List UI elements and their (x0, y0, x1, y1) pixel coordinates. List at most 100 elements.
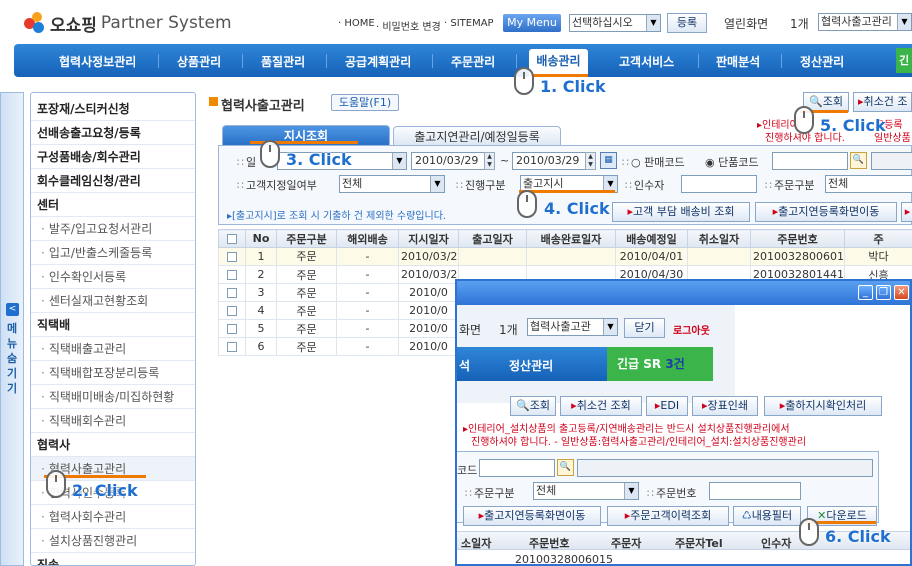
column-header[interactable]: 주문번호 (750, 229, 845, 248)
popup-delay-register-button[interactable]: ▸출고지연등록화면이동 (463, 506, 601, 526)
cancel-search-button[interactable]: ▸취소건 조 (853, 92, 912, 112)
popup-customer-history-button[interactable]: ▸주문고객이력조회 (607, 506, 729, 526)
my-menu-button[interactable]: My Menu (503, 14, 561, 32)
sidebar-item[interactable]: 직택배합포장분리등록 (31, 361, 195, 385)
nav-quality[interactable]: 품질관리 (261, 53, 305, 70)
sidebar-item[interactable]: 회수클레임신청/관리 (31, 169, 195, 193)
sidebar-item[interactable]: 구성품배송/회수관리 (31, 145, 195, 169)
column-header[interactable]: 주문구분 (276, 229, 337, 248)
sidebar-item[interactable]: 선배송출고요청/등록 (31, 121, 195, 145)
receiver-input[interactable] (681, 175, 757, 193)
sidebar-item[interactable]: 입고/반출스케줄등록 (31, 241, 195, 265)
column-header[interactable]: 출고일자 (458, 229, 527, 248)
popup-order-type-select[interactable]: 전체 ▼ (533, 482, 639, 500)
designated-date-select[interactable]: 전체 ▼ (339, 175, 445, 193)
sidebar-item[interactable]: 직택배미배송/미집하현황 (31, 385, 195, 409)
popup-confirm-shipping-button[interactable]: ▸출하지시확인처리 (764, 396, 882, 416)
search-icon[interactable]: 🔍 (850, 152, 867, 169)
customer-fee-button[interactable]: ▸고객 부담 배송비 조회 (612, 202, 750, 222)
date-from-input[interactable]: 2010/03/29 (411, 152, 495, 170)
nav-settlement[interactable]: 정산관리 (800, 53, 844, 70)
column-header[interactable]: 해외배송 (336, 229, 399, 248)
row-checkbox[interactable] (227, 288, 237, 298)
popup-search-button[interactable]: 🔍조회 (510, 396, 556, 416)
nav-delivery[interactable]: 배송관리 (529, 49, 588, 75)
popup-urgent-sr[interactable]: 긴급 SR 3건 (607, 347, 713, 381)
nav-customer-service[interactable]: 고객서비스 (619, 53, 674, 70)
popup-cancel-search-button[interactable]: ▸취소건 조회 (560, 396, 642, 416)
password-change-link[interactable]: · 비밀번호 변경 (376, 18, 441, 33)
nav-product[interactable]: 상품관리 (177, 53, 221, 70)
open-screen-select[interactable]: 협력사출고관리 ▼ (818, 13, 912, 31)
sidebar-item[interactable]: 협력사회수관리 (31, 505, 195, 529)
sidebar-item[interactable]: 포장재/스티커신청 (31, 97, 195, 121)
column-header[interactable]: 취소일자 (687, 229, 751, 248)
nav-supply-plan[interactable]: 공급계획관리 (345, 53, 411, 70)
sitemap-link[interactable]: · SITEMAP (444, 18, 494, 29)
select-all-checkbox[interactable] (227, 234, 237, 244)
sidebar-item[interactable]: 직송 (31, 553, 195, 565)
popup-code-input[interactable] (479, 459, 555, 477)
sidebar-item[interactable]: 발주/입고요청서관리 (31, 217, 195, 241)
more-button[interactable]: ▸ (901, 202, 912, 222)
row-checkbox[interactable] (227, 306, 237, 316)
sidebar-item[interactable]: 센터실재고현황조회 (31, 289, 195, 313)
sidebar-item[interactable]: 협력사 (31, 433, 195, 457)
row-checkbox[interactable] (227, 270, 237, 280)
urgent-badge[interactable]: 긴 (896, 48, 912, 73)
popup-nav-settlement[interactable]: 정산관리 (509, 357, 553, 374)
popup-screen-select[interactable]: 협력사출고관 ▼ (527, 318, 618, 336)
date-from-spinner[interactable]: ▲ ▼ (484, 152, 495, 170)
menu-select[interactable]: 선택하십시오 ▼ (569, 14, 661, 32)
nav-order[interactable]: 주문관리 (451, 53, 495, 70)
sales-code-radio[interactable]: ○ 판매코드 (622, 154, 685, 170)
row-checkbox[interactable] (227, 342, 237, 352)
sidebar-item[interactable]: 인수확인서등록 (31, 265, 195, 289)
sidebar-item[interactable]: 센터 (31, 193, 195, 217)
order-type-select[interactable]: 전체 (825, 175, 912, 193)
table-cell: 2010/0 (398, 301, 459, 320)
popup-close-button[interactable]: 닫기 (624, 318, 665, 338)
logout-link[interactable]: 로그아웃 (673, 322, 710, 337)
row-checkbox[interactable] (227, 251, 237, 262)
logo[interactable]: 오쇼핑 Partner System (24, 10, 232, 36)
search-icon[interactable]: 🔍 (557, 459, 574, 476)
calendar-icon[interactable]: ▦ (600, 152, 617, 169)
column-header[interactable]: 지시일자 (398, 229, 459, 248)
sidebar-item[interactable]: 직택배출고관리 (31, 337, 195, 361)
row-checkbox[interactable] (227, 324, 237, 334)
sidebar-item[interactable]: 직택배 (31, 313, 195, 337)
popup-print-button[interactable]: ▸장표인쇄 (692, 396, 758, 416)
tab-delay-management[interactable]: 출고지연관리/예정일등록 (393, 126, 561, 146)
register-button[interactable]: 등록 (667, 13, 707, 33)
close-icon[interactable]: ✕ (894, 285, 909, 300)
table-cell: - (336, 265, 399, 284)
popup-order-no-input[interactable] (709, 482, 801, 500)
code-input[interactable] (772, 152, 848, 170)
column-header[interactable]: No (245, 229, 277, 248)
date-to-input[interactable]: 2010/03/29 (512, 152, 596, 170)
sidebar-item[interactable]: 설치상품진행관리 (31, 529, 195, 553)
maximize-icon[interactable]: ❐ (876, 285, 891, 300)
sidebar-item[interactable]: 직택배회수관리 (31, 409, 195, 433)
step-1-label: 1. Click (540, 77, 606, 96)
column-header[interactable]: 배송예정일 (615, 229, 688, 248)
column-header[interactable]: 주 (844, 229, 912, 248)
nav-partner-info[interactable]: 협력사정보관리 (59, 53, 136, 70)
column-header[interactable]: 배송완료일자 (526, 229, 616, 248)
popup-titlebar[interactable]: _ ❐ ✕ (457, 281, 910, 305)
minimize-icon[interactable]: _ (858, 285, 873, 300)
single-code-radio[interactable]: ◉ 단품코드 (705, 154, 759, 170)
home-link[interactable]: · HOME (338, 18, 375, 29)
nav-sales-analysis[interactable]: 판매분석 (716, 53, 760, 70)
date-to-spinner[interactable]: ▲ ▼ (585, 152, 596, 170)
help-button[interactable]: 도움말(F1) (331, 94, 399, 111)
popup-content-filter-button[interactable]: ♺내용필터 (733, 506, 801, 526)
column-header[interactable] (218, 229, 246, 248)
delay-register-nav-button[interactable]: ▸출고지연등록화면이동 (755, 202, 897, 222)
popup-row-order-no[interactable]: 20100328006015 (515, 553, 613, 564)
popup-edi-button[interactable]: ▸EDI (646, 396, 688, 416)
sidebar-toggle[interactable]: < 메뉴숨기기 (0, 92, 24, 566)
table-row[interactable]: 1 주문 -2010/03/29 2010/04/01 20100328006015 박다 (218, 247, 912, 266)
popup-nav-partial[interactable]: 석 (459, 357, 470, 374)
